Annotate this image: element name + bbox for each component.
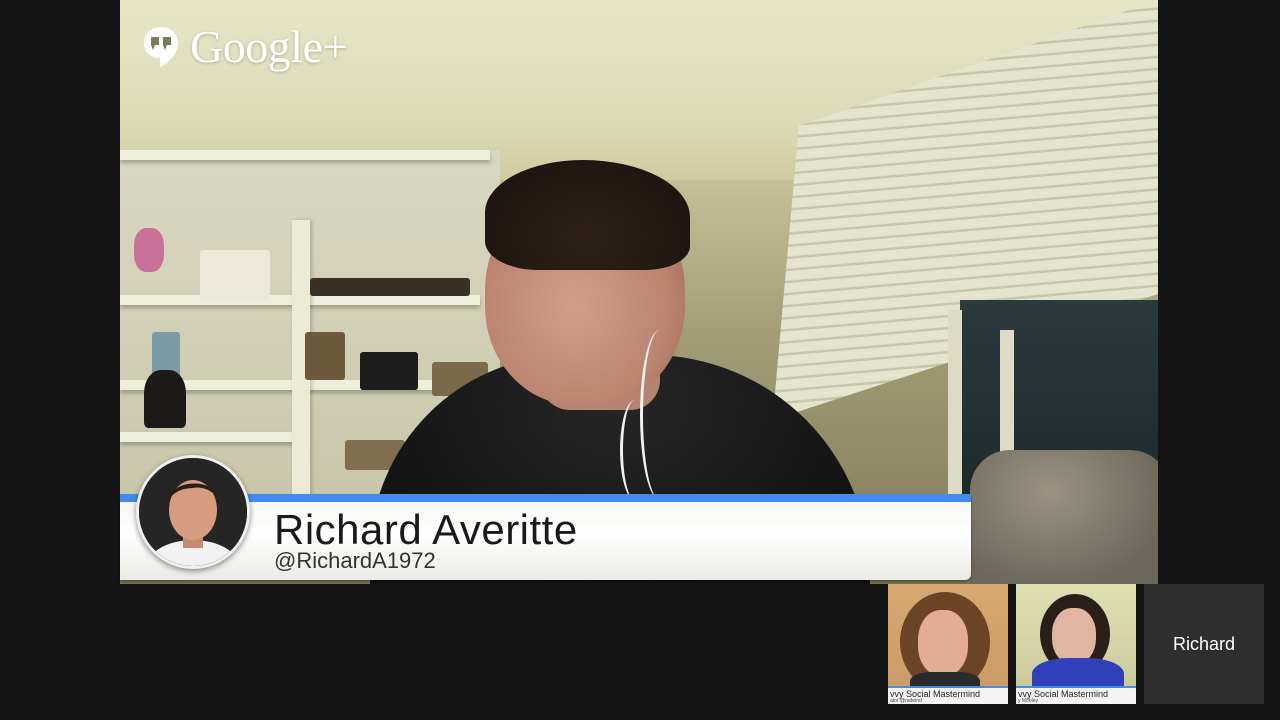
participant-face <box>1052 608 1096 664</box>
picture-frame <box>305 332 345 380</box>
vase-decor <box>134 228 164 272</box>
participant-thumbnail[interactable]: vvy Social Mastermind y Mobley <box>1016 584 1136 704</box>
hangouts-quote-icon <box>142 25 180 69</box>
participant-banner: vvy Social Mastermind y Mobley <box>1016 686 1136 704</box>
participant-banner: vvy Social Mastermind ator @radeind <box>888 686 1008 704</box>
earbud-wire <box>620 400 650 500</box>
speaker-name: Richard Averitte <box>274 506 578 553</box>
sofa <box>970 450 1158 584</box>
speaker-avatar <box>136 455 250 569</box>
candle-holder <box>144 370 186 428</box>
participant-name: Richard <box>1172 633 1236 654</box>
frame-decor <box>200 250 270 300</box>
google-plus-logo: Google+ <box>142 20 348 73</box>
shelf-top <box>120 150 490 160</box>
window-frame <box>948 310 962 510</box>
speaker-handle: @RichardA1972 <box>274 548 436 573</box>
participant-thumbnail[interactable]: vvy Social Mastermind ator @radeind <box>888 584 1008 704</box>
google-plus-wordmark: Google+ <box>190 21 348 72</box>
participant-face <box>918 610 968 676</box>
shelf <box>120 432 300 442</box>
participant-thumbnail-richard[interactable]: Richard <box>1144 584 1264 704</box>
clock-decor <box>360 352 418 390</box>
figurines <box>310 278 470 296</box>
speaker-hair <box>485 160 690 270</box>
